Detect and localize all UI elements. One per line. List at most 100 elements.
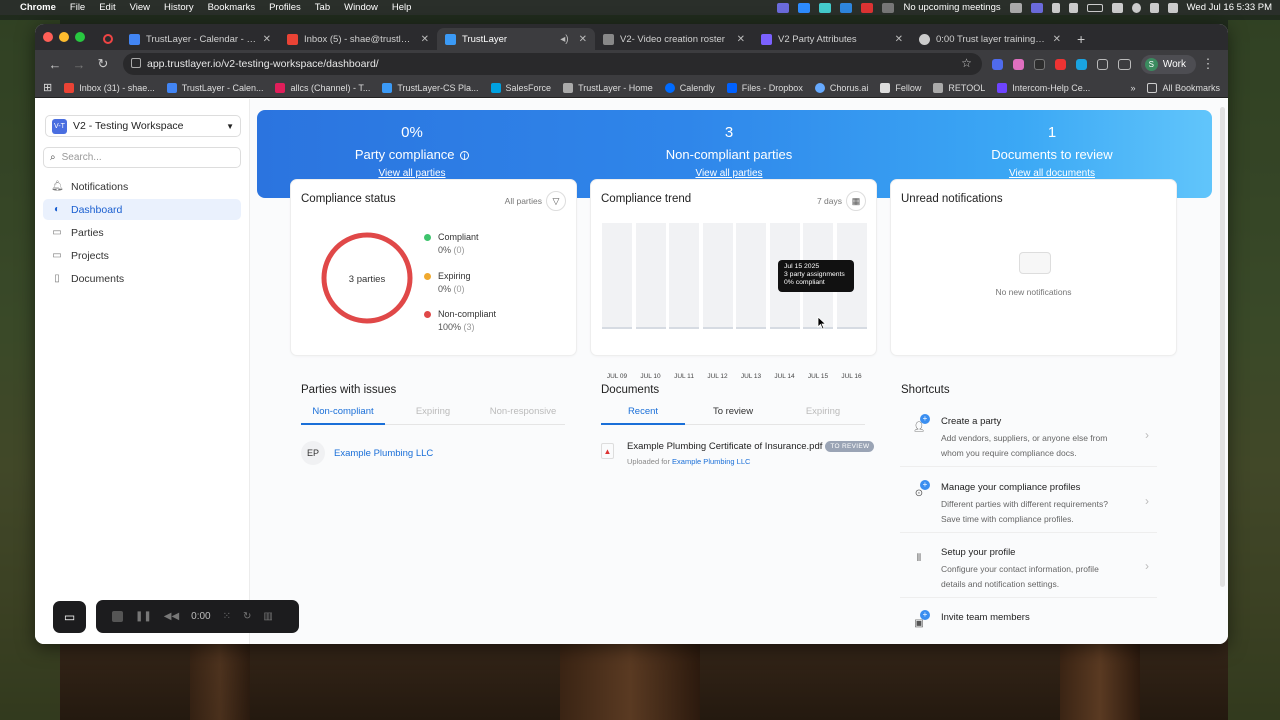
view-all-documents-link[interactable]: View all documents: [922, 168, 1182, 179]
close-icon[interactable]: ✕: [895, 34, 903, 45]
pause-icon[interactable]: ❚❚: [135, 611, 152, 622]
menu-file[interactable]: File: [70, 2, 85, 13]
extension-icon[interactable]: [1075, 58, 1087, 70]
app-icon[interactable]: [840, 2, 853, 13]
browser-tab-active[interactable]: TrustLayer ◂) ✕: [437, 28, 595, 50]
kebab-menu-icon[interactable]: ⋮: [1196, 56, 1220, 72]
party-name-link[interactable]: Example Plumbing LLC: [334, 448, 433, 459]
forward-icon[interactable]: →: [67, 57, 91, 72]
back-icon[interactable]: ←: [43, 57, 67, 72]
bookmark-item[interactable]: TrustLayer - Home: [563, 82, 653, 93]
tab-recent[interactable]: Recent: [601, 406, 685, 425]
document-row[interactable]: ▲ Example Plumbing Certificate of Insura…: [601, 441, 881, 471]
puzzle-icon[interactable]: [1096, 58, 1108, 70]
trend-bar[interactable]: [635, 223, 666, 329]
all-bookmarks[interactable]: All Bookmarks: [1147, 82, 1220, 93]
close-icon[interactable]: ✕: [421, 34, 429, 45]
calendar-icon[interactable]: ▦: [846, 191, 866, 211]
view-all-parties-link[interactable]: View all parties: [599, 168, 859, 179]
trend-bar[interactable]: [602, 223, 632, 329]
grid-icon[interactable]: ⁙: [223, 611, 231, 622]
tab-expiring[interactable]: Expiring: [385, 406, 481, 425]
range-filter-label[interactable]: 7 days: [817, 196, 842, 206]
reload-icon[interactable]: ↻: [91, 56, 115, 72]
record-indicator-tab[interactable]: [99, 28, 121, 50]
bookmark-item[interactable]: TrustLayer-CS Pla...: [382, 82, 479, 93]
shortcut-compliance-profiles[interactable]: ⊙ + Manage your compliance profiles Diffe…: [900, 470, 1157, 533]
profile-button[interactable]: S Work: [1140, 54, 1196, 74]
browser-tab[interactable]: 0:00 Trust layer training, add ✕: [911, 28, 1069, 50]
extension-icon[interactable]: [991, 58, 1003, 70]
bookmark-item[interactable]: RETOOL: [933, 82, 985, 93]
nav-notifications[interactable]: 🔔︎ Notifications: [43, 176, 241, 197]
shortcut-invite-team[interactable]: ▣ + Invite team members: [900, 600, 1157, 644]
bookmark-item[interactable]: Intercom-Help Ce...: [997, 82, 1090, 93]
bluetooth-icon[interactable]: [1068, 2, 1078, 13]
bookmark-item[interactable]: Fellow: [880, 82, 921, 93]
search-input[interactable]: ⌕ Search...: [43, 147, 241, 168]
user-icon[interactable]: [1131, 2, 1141, 13]
menu-view[interactable]: View: [130, 2, 150, 13]
tab-to-review[interactable]: To review: [685, 406, 781, 425]
zoom-window-button[interactable]: [75, 32, 85, 42]
bookmark-item[interactable]: Calendly: [664, 82, 715, 93]
moon-icon[interactable]: [1051, 2, 1060, 13]
apps-grid-icon[interactable]: ⊞: [43, 81, 52, 94]
chevron-more-icon[interactable]: »: [1130, 83, 1135, 93]
trash-icon[interactable]: ▥: [263, 611, 272, 622]
trend-bar[interactable]: [669, 223, 699, 329]
menu-window[interactable]: Window: [344, 2, 378, 13]
stop-button[interactable]: [112, 611, 123, 622]
bookmark-item[interactable]: SalesForce: [490, 82, 551, 93]
control-center-icon[interactable]: [1167, 2, 1178, 13]
extension-icon[interactable]: [819, 2, 832, 13]
menu-help[interactable]: Help: [392, 2, 412, 13]
nav-documents[interactable]: ▯ Documents: [43, 268, 241, 289]
menu-profiles[interactable]: Profiles: [269, 2, 301, 13]
close-icon[interactable]: ✕: [263, 34, 271, 45]
search-icon[interactable]: [1149, 2, 1159, 13]
datetime[interactable]: Wed Jul 16 5:33 PM: [1187, 2, 1272, 13]
bookmark-item[interactable]: TrustLayer - Calen...: [166, 82, 263, 93]
zoom-icon[interactable]: [798, 2, 811, 13]
extension-icon[interactable]: [1012, 58, 1024, 70]
menu-bookmarks[interactable]: Bookmarks: [208, 2, 256, 13]
extension-icon[interactable]: [1033, 58, 1045, 70]
sound-icon[interactable]: [1009, 2, 1022, 13]
shortcut-setup-profile[interactable]: ⦀ Setup your profile Configure your cont…: [900, 535, 1157, 598]
menu-edit[interactable]: Edit: [99, 2, 115, 13]
workspace-selector[interactable]: V-T V2 - Testing Workspace ▼: [45, 115, 241, 137]
browser-tab[interactable]: Inbox (5) - shae@trustlayer.io ✕: [279, 28, 437, 50]
app-icon[interactable]: [882, 2, 895, 13]
rewind-icon[interactable]: ◀◀: [164, 611, 179, 622]
app-icon[interactable]: [861, 2, 874, 13]
restart-icon[interactable]: ↻: [243, 611, 251, 622]
battery-icon[interactable]: [1086, 3, 1103, 12]
browser-tab[interactable]: TrustLayer - Calendar - Week ✕: [121, 28, 279, 50]
camera-toggle-button[interactable]: ▭: [53, 601, 86, 633]
browser-tab[interactable]: V2- Video creation roster ✕: [595, 28, 753, 50]
filter-icon[interactable]: ▽: [546, 191, 566, 211]
bookmark-item[interactable]: allcs (Channel) - T...: [275, 82, 370, 93]
tab-expiring[interactable]: Expiring: [781, 406, 865, 425]
party-row[interactable]: EP Example Plumbing LLC: [301, 441, 433, 465]
shortcut-create-party[interactable]: 👤︎ + Create a party Add vendors, supplier…: [900, 404, 1157, 467]
party-filter-label[interactable]: All parties: [505, 196, 542, 206]
bookmark-star-icon[interactable]: ☆: [961, 56, 972, 70]
menu-history[interactable]: History: [164, 2, 194, 13]
bookmark-item[interactable]: Inbox (31) - shae...: [64, 82, 155, 93]
document-name[interactable]: Example Plumbing Certificate of Insuranc…: [627, 441, 822, 452]
new-tab-button[interactable]: +: [1077, 28, 1085, 50]
wifi-icon[interactable]: [1111, 2, 1123, 13]
menu-tab[interactable]: Tab: [315, 2, 330, 13]
close-window-button[interactable]: [43, 32, 53, 42]
menu-app-name[interactable]: Chrome: [20, 2, 56, 13]
close-icon[interactable]: ✕: [737, 34, 745, 45]
view-all-parties-link[interactable]: View all parties: [282, 168, 542, 179]
site-info-icon[interactable]: [131, 58, 141, 68]
close-icon[interactable]: ✕: [579, 34, 587, 45]
nav-parties[interactable]: ▭ Parties: [43, 222, 241, 243]
minimize-window-button[interactable]: [59, 32, 69, 42]
info-icon[interactable]: i: [460, 151, 470, 161]
speaker-icon[interactable]: ◂): [560, 34, 568, 45]
